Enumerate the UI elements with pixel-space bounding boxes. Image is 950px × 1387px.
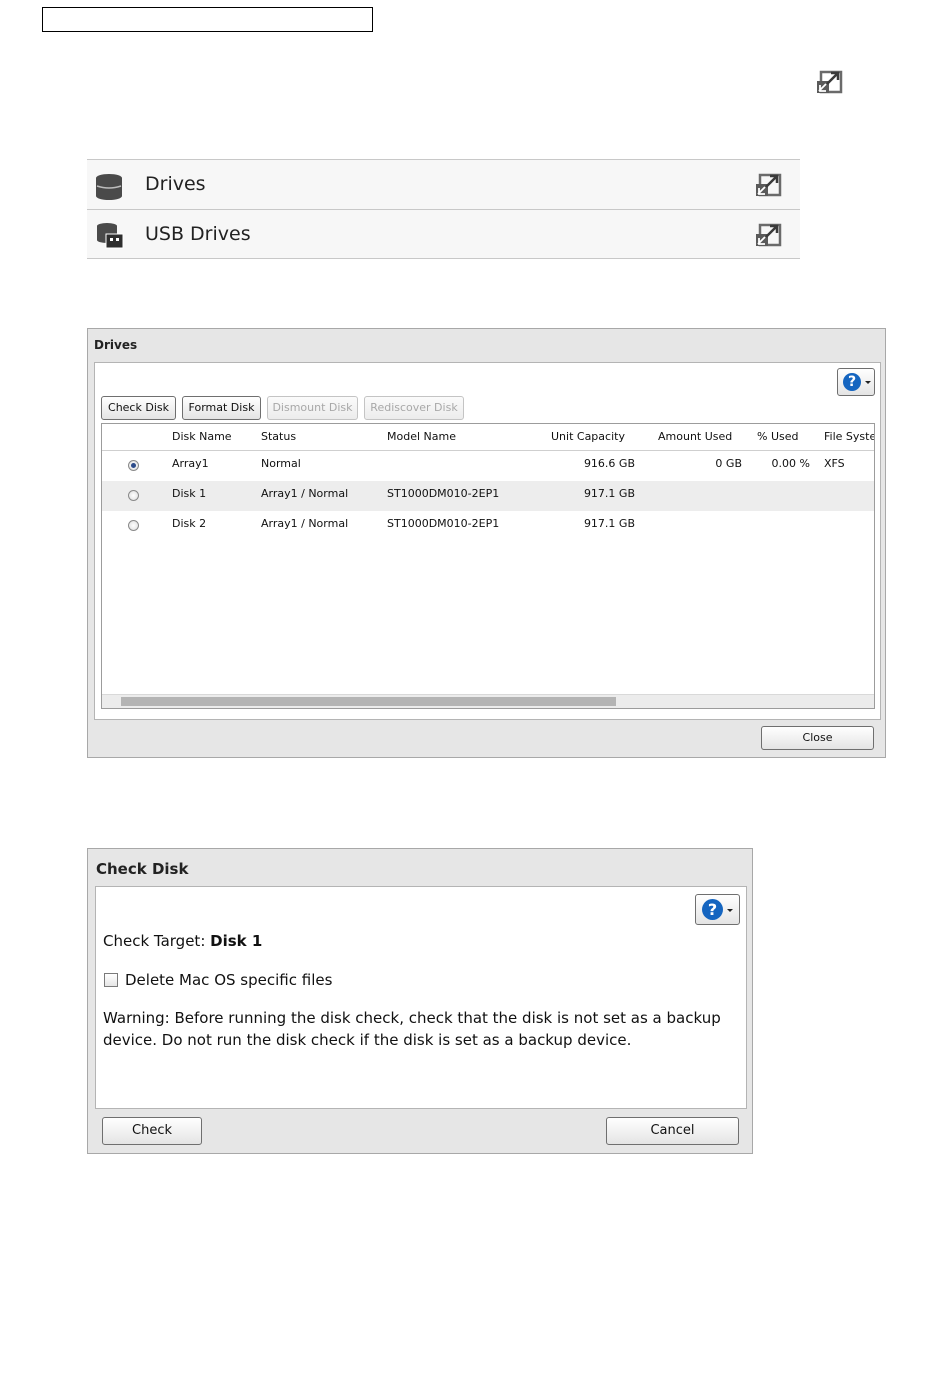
column-header[interactable]: Unit Capacity [551, 430, 625, 443]
column-header[interactable]: Disk Name [172, 430, 232, 443]
disk-capacity: 917.1 GB [583, 487, 635, 500]
check-target-label: Check Target: [103, 932, 206, 950]
help-button[interactable]: ? [695, 894, 740, 925]
disk-status: Normal [261, 457, 301, 470]
column-header[interactable]: Amount Used [658, 430, 732, 443]
disk-percent-used: 0.00 % [771, 457, 810, 470]
dismount-disk-button[interactable]: Dismount Disk [267, 396, 358, 420]
cancel-button[interactable]: Cancel [606, 1117, 739, 1145]
horizontal-scrollbar[interactable] [102, 694, 874, 708]
settings-list: Drives USB Drives [87, 159, 800, 259]
disk-file-system: XFS [824, 457, 845, 470]
help-icon: ? [702, 899, 723, 920]
warning-text-line-1: Warning: Before running the disk check, … [103, 1009, 721, 1027]
column-header[interactable]: Status [261, 430, 296, 443]
check-button[interactable]: Check [102, 1117, 202, 1145]
help-icon: ? [843, 373, 861, 391]
check-target-value: Disk 1 [210, 932, 263, 950]
expand-icon[interactable] [816, 67, 844, 95]
settings-item-label: USB Drives [145, 223, 251, 245]
disk-capacity: 916.6 GB [583, 457, 635, 470]
delete-mac-files-checkbox[interactable] [104, 973, 118, 987]
drives-table: Disk Name Status Model Name Unit Capacit… [101, 423, 875, 709]
disk-name: Array1 [172, 457, 209, 470]
check-target: Check Target: Disk 1 [103, 932, 262, 950]
row-radio[interactable] [128, 520, 139, 531]
chevron-down-icon [727, 909, 733, 912]
settings-item-usb-drives[interactable]: USB Drives [87, 209, 800, 259]
scrollbar-thumb[interactable] [121, 697, 616, 706]
dialog-body: ? Check Disk Format Disk Dismount Disk R… [94, 362, 881, 720]
row-radio[interactable] [128, 460, 139, 471]
disk-model: ST1000DM010-2EP1 [387, 517, 500, 530]
disk-amount-used: 0 GB [715, 457, 742, 470]
usb-drives-icon [97, 223, 124, 249]
disk-model: ST1000DM010-2EP1 [387, 487, 500, 500]
check-disk-dialog: Check Disk ? Check Target: Disk 1 Delete… [87, 848, 753, 1154]
column-header[interactable]: % Used [757, 430, 798, 443]
table-header: Disk Name Status Model Name Unit Capacit… [102, 424, 874, 451]
settings-item-drives[interactable]: Drives [87, 159, 800, 209]
disk-status: Array1 / Normal [261, 487, 349, 500]
disk-name: Disk 2 [172, 517, 207, 530]
chevron-down-icon [865, 381, 871, 384]
format-disk-button[interactable]: Format Disk [182, 396, 261, 420]
expand-icon[interactable] [755, 170, 783, 198]
table-row[interactable]: Array1 Normal 916.6 GB 0 GB 0.00 % XFS [102, 451, 874, 481]
disk-capacity: 917.1 GB [583, 517, 635, 530]
dialog-title: Check Disk [96, 860, 189, 878]
column-header[interactable]: Model Name [387, 430, 456, 443]
drives-dialog: Drives ? Check Disk Format Disk Dismount… [87, 328, 886, 758]
disk-status: Array1 / Normal [261, 517, 349, 530]
dialog-body: ? Check Target: Disk 1 Delete Mac OS spe… [95, 886, 747, 1109]
check-disk-button[interactable]: Check Disk [101, 396, 176, 420]
drives-icon [96, 174, 122, 200]
settings-item-label: Drives [145, 173, 206, 195]
row-radio[interactable] [128, 490, 139, 501]
table-row[interactable]: Disk 2 Array1 / Normal ST1000DM010-2EP1 … [102, 511, 874, 541]
header-box [42, 7, 373, 32]
warning-text-line-2: device. Do not run the disk check if the… [103, 1031, 632, 1049]
column-header[interactable]: File Syste [824, 430, 874, 443]
close-button[interactable]: Close [761, 726, 874, 750]
expand-icon[interactable] [755, 220, 783, 248]
checkbox-label[interactable]: Delete Mac OS specific files [125, 971, 332, 989]
help-button[interactable]: ? [837, 368, 875, 396]
disk-name: Disk 1 [172, 487, 207, 500]
table-row[interactable]: Disk 1 Array1 / Normal ST1000DM010-2EP1 … [102, 481, 874, 511]
dialog-title: Drives [94, 338, 138, 352]
rediscover-disk-button[interactable]: Rediscover Disk [364, 396, 464, 420]
